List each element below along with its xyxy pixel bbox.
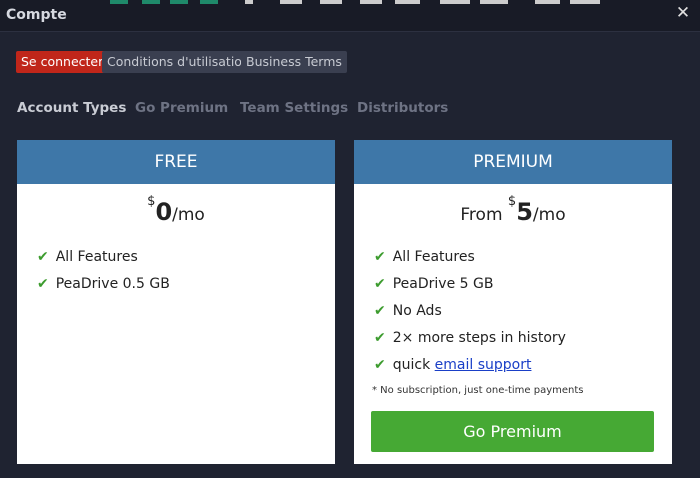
premium-plan-price: From $5/mo xyxy=(354,195,672,226)
tab-go-premium[interactable]: Go Premium xyxy=(135,100,228,116)
go-premium-button[interactable]: Go Premium xyxy=(371,411,654,452)
list-item: ✔ All Features xyxy=(37,249,138,265)
price-period: /mo xyxy=(172,205,205,225)
price-period: /mo xyxy=(532,205,566,225)
tab-account-types[interactable]: Account Types xyxy=(17,100,126,116)
payment-note: * No subscription, just one-time payment… xyxy=(372,385,584,396)
free-plan-title: FREE xyxy=(17,140,335,184)
price-amount: 5 xyxy=(516,198,533,226)
terms-link[interactable]: Conditions d'utilisation xyxy=(102,51,255,73)
list-item: ✔ No Ads xyxy=(374,303,442,319)
email-support-link[interactable]: email support xyxy=(435,357,532,373)
premium-plan-card: PREMIUM From $5/mo ✔ All Features ✔ PeaDri… xyxy=(354,140,672,464)
close-icon[interactable]: ✕ xyxy=(674,4,692,22)
free-feature-list: ✔ All Features ✔ PeaDrive 0.5 GB xyxy=(17,248,335,302)
window-title: Compte xyxy=(6,7,67,23)
tab-team-settings[interactable]: Team Settings xyxy=(240,100,348,116)
currency-symbol: $ xyxy=(507,194,517,209)
currency-symbol: $ xyxy=(147,194,156,209)
list-item: ✔ PeaDrive 0.5 GB xyxy=(37,276,170,292)
check-icon: ✔ xyxy=(374,357,386,373)
price-prefix: From xyxy=(460,205,503,225)
check-icon: ✔ xyxy=(37,276,49,292)
check-icon: ✔ xyxy=(374,276,386,292)
check-icon: ✔ xyxy=(374,303,386,319)
list-item: ✔ quick email support xyxy=(374,356,672,383)
list-item: ✔ All Features xyxy=(374,249,475,265)
business-terms-link[interactable]: Business Terms xyxy=(241,51,347,73)
titlebar: Compte ✕ xyxy=(0,0,700,32)
list-item: ✔ 2× more steps in history xyxy=(374,330,566,346)
account-dialog: Compte ✕ Se connecter Conditions d'utili… xyxy=(0,0,700,478)
price-amount: 0 xyxy=(155,198,173,226)
free-plan-card: FREE $0/mo ✔ All Features ✔ PeaDrive 0.5 G… xyxy=(17,140,335,464)
support-prefix: quick xyxy=(392,357,431,373)
premium-plan-title: PREMIUM xyxy=(354,140,672,184)
check-icon: ✔ xyxy=(37,249,49,265)
check-icon: ✔ xyxy=(374,249,386,265)
free-plan-price: $0/mo xyxy=(17,195,335,226)
login-button[interactable]: Se connecter xyxy=(16,51,109,73)
list-item: ✔ PeaDrive 5 GB xyxy=(374,276,494,292)
premium-feature-list: ✔ All Features ✔ PeaDrive 5 GB ✔ No Ads ✔ 2×… xyxy=(354,248,672,383)
check-icon: ✔ xyxy=(374,330,386,346)
tab-distributors[interactable]: Distributors xyxy=(357,100,448,116)
